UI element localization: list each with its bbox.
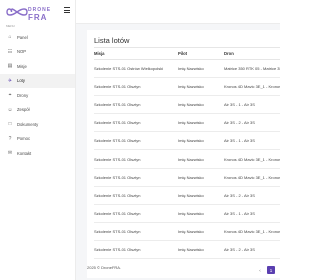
cell-mission: Szkolenie STS-01 Olsztyn	[94, 210, 141, 216]
cell-pilot: Imię Nazwisko	[178, 210, 204, 216]
table-row[interactable]: Szkolenie STS-01 Olsztyn Imię Nazwisko Kro…	[94, 78, 280, 97]
cell-pilot: Imię Nazwisko	[178, 84, 204, 90]
cell-mission: Szkolenie STS-01 Olsztyn	[94, 138, 141, 144]
cell-drone: Air 3S - 2 - Air 3S	[224, 192, 255, 198]
table-row[interactable]: Szkolenie STS-01 Olsztyn Imię Nazwisko Air…	[94, 187, 280, 205]
sidebar-item-dokumenty[interactable]: □ Dokumenty	[0, 117, 75, 132]
cell-drone: Matrice 350 RTK 05 - Matrice 350 RTK	[224, 66, 280, 72]
table-body: Szkolenie STS-01 Ostrów Wielkopolski Imię…	[94, 60, 280, 260]
sidebar-item-loty[interactable]: ✈ Loty	[0, 73, 75, 88]
cell-drone: Kronos 4D Mavic 3E_1 - Kronos 4D Mavic 3…	[224, 156, 280, 162]
sidebar: DRONE FRA menu ⌂ Panel ☷ NOP ▤ Misje ✈ Loty ⌖ Dro…	[0, 0, 76, 280]
flights-card: Lista lotów Misja Pilot Dron Szkolenie S…	[87, 30, 280, 278]
cell-pilot: Imię Nazwisko	[178, 246, 204, 252]
sidebar-item-label: Dokumenty	[17, 121, 39, 127]
pagination: ‹ 1 2	[256, 266, 280, 274]
flights-table: Misja Pilot Dron Szkolenie STS-01 Ostrów…	[94, 47, 280, 260]
sidebar-item-label: Panel	[17, 34, 28, 40]
cell-pilot: Imię Nazwisko	[178, 228, 204, 234]
cell-pilot: Imię Nazwisko	[178, 102, 204, 108]
cell-mission: Szkolenie STS-01 Olsztyn	[94, 102, 141, 108]
help-icon: ?	[8, 135, 12, 142]
menu-toggle-icon[interactable]	[64, 7, 70, 13]
sidebar-item-nop[interactable]: ☷ NOP	[0, 45, 75, 60]
sidebar-item-misje[interactable]: ▤ Misje	[0, 59, 75, 74]
sidebar-item-label: Loty	[17, 78, 25, 84]
cell-mission: Szkolenie STS-01 Olsztyn	[94, 192, 141, 198]
brand-bottom: FRA	[28, 13, 48, 22]
table-row[interactable]: Szkolenie STS-01 Olsztyn Imię Nazwisko Kro…	[94, 150, 280, 169]
pagination-page-1[interactable]: 1	[267, 266, 275, 274]
home-icon: ⌂	[8, 34, 12, 41]
contact-icon: ✉	[7, 150, 13, 157]
table-header: Misja Pilot Dron	[94, 47, 280, 60]
cell-pilot: Imię Nazwisko	[178, 192, 204, 198]
sidebar-item-label: Zespół	[17, 107, 30, 113]
table-row[interactable]: Szkolenie STS-01 Olsztyn Imię Nazwisko Air…	[94, 96, 280, 115]
main-content: Lista lotów Misja Pilot Dron Szkolenie S…	[76, 24, 280, 280]
pagination-page-2[interactable]: 2	[278, 266, 280, 274]
table-row[interactable]: Szkolenie STS-01 Olsztyn Imię Nazwisko Kro…	[94, 169, 280, 187]
sidebar-item-zespół[interactable]: ☺ Zespół	[0, 103, 75, 118]
menu-caption: menu	[6, 24, 15, 28]
cell-mission: Szkolenie STS-01 Olsztyn	[94, 120, 141, 126]
cell-pilot: Imię Nazwisko	[178, 174, 204, 180]
drone-icon: ⌖	[8, 92, 12, 99]
cell-drone: Air 3S - 1 - Air 3S	[224, 210, 255, 216]
cell-mission: Szkolenie STS-01 Olsztyn	[94, 156, 141, 162]
infinity-logo-icon	[6, 8, 28, 16]
cell-drone: Air 3S - 2 - Air 3S	[224, 246, 255, 252]
cell-drone: Air 3S - 1 - Air 3S	[224, 138, 255, 144]
sidebar-item-label: NOP	[17, 49, 27, 55]
cell-drone: Kronos 4D Mavic 3E_1 - Kronos 4D Mavic 3…	[224, 84, 280, 90]
cell-mission: Szkolenie STS-01 Olsztyn	[94, 228, 141, 234]
sidebar-item-label: Misje	[17, 63, 27, 69]
table-row[interactable]: Szkolenie STS-01 Olsztyn Imię Nazwisko Air…	[94, 205, 280, 223]
pagination-prev[interactable]: ‹	[256, 266, 264, 274]
sidebar-item-kontakt[interactable]: ✉ Kontakt	[0, 146, 75, 161]
cell-mission: Szkolenie STS-01 Olsztyn	[94, 174, 141, 180]
top-bar	[76, 0, 280, 24]
cell-mission: Szkolenie STS-01 Ostrów Wielkopolski	[94, 66, 164, 72]
cell-pilot: Imię Nazwisko	[178, 66, 204, 72]
column-header-drone[interactable]: Dron	[224, 51, 280, 56]
table-row[interactable]: Szkolenie STS-01 Olsztyn Imię Nazwisko Air…	[94, 241, 280, 260]
table-row[interactable]: Szkolenie STS-01 Olsztyn Imię Nazwisko Air…	[94, 132, 280, 151]
sidebar-item-label: Kontakt	[17, 150, 32, 156]
column-header-mission[interactable]: Misja	[94, 51, 178, 56]
cell-drone: Kronos 4D Mavic 3E_1 - Kronos 4D Mavic 3…	[224, 174, 280, 180]
column-header-pilot[interactable]: Pilot	[178, 51, 224, 56]
cell-drone: Air 3S - 1 - Air 3S	[224, 102, 255, 108]
sidebar-nav: ⌂ Panel ☷ NOP ▤ Misje ✈ Loty ⌖ Drony ☺ Zespół □ Dokum…	[0, 30, 75, 161]
table-row[interactable]: Szkolenie STS-01 Ostrów Wielkopolski Imię…	[94, 60, 280, 79]
table-row[interactable]: Szkolenie STS-01 Olsztyn Imię Nazwisko Air…	[94, 114, 280, 133]
sidebar-item-panel[interactable]: ⌂ Panel	[0, 30, 75, 45]
cell-drone: Air 3S - 2 - Air 3S	[224, 120, 255, 126]
cell-mission: Szkolenie STS-01 Olsztyn	[94, 84, 141, 90]
sidebar-item-drony[interactable]: ⌖ Drony	[0, 88, 75, 103]
people-icon: ☺	[7, 106, 13, 113]
cell-pilot: Imię Nazwisko	[178, 138, 204, 144]
page-title: Lista lotów	[94, 36, 130, 45]
document-icon: ☷	[7, 48, 13, 55]
table-row[interactable]: Szkolenie STS-01 Olsztyn Imię Nazwisko Kro…	[94, 223, 280, 241]
sidebar-item-label: Drony	[17, 92, 29, 98]
cell-drone: Kronos 4D Mavic 3E_1 - Kronos 4D Mavic 3…	[224, 228, 280, 234]
sidebar-item-pomoc[interactable]: ? Pomoc	[0, 132, 75, 147]
sidebar-item-label: Pomoc	[17, 136, 31, 142]
folder-icon: ▤	[7, 63, 13, 70]
cell-pilot: Imię Nazwisko	[178, 156, 204, 162]
cell-pilot: Imię Nazwisko	[178, 120, 204, 126]
plane-icon: ✈	[7, 77, 13, 84]
footer: 2025 © DroneFRA.	[87, 265, 122, 270]
file-icon: □	[8, 121, 12, 128]
brand-logo[interactable]: DRONE FRA	[6, 4, 58, 22]
cell-mission: Szkolenie STS-01 Olsztyn	[94, 246, 141, 252]
